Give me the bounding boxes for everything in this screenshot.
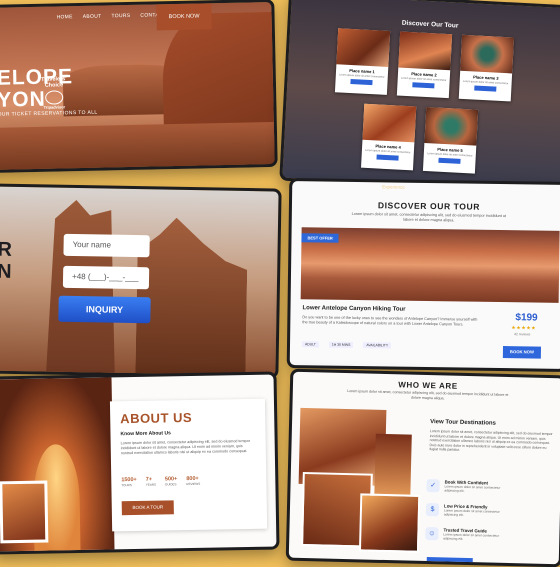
availability-chip: AVAILABILITY	[363, 342, 392, 349]
canyon-butte-image	[45, 200, 118, 379]
nav-tours[interactable]: TOURS	[111, 13, 130, 19]
tour-card[interactable]: Place name 3 Lorem ipsum dolor sit amet …	[458, 34, 515, 102]
antelope-canyon-photo	[300, 227, 560, 303]
experience-label: Experience	[382, 184, 405, 190]
tour-card-image	[362, 103, 417, 143]
tour-card-image	[336, 28, 391, 67]
inquiry-button[interactable]: INQUIRY	[58, 295, 151, 324]
cta-button[interactable]	[426, 557, 473, 567]
stat-label: REVIEWS	[186, 481, 201, 487]
tour-section-intro: Lorem ipsum dolor sit amet, consectetur …	[351, 211, 507, 223]
tour-card-button[interactable]	[350, 79, 373, 86]
stat-item: 1500+ TOURS	[121, 477, 137, 487]
guide-user-icon: ☺	[425, 527, 439, 541]
canyon-floor-image	[0, 121, 278, 174]
feature-item: ☺ Trusted Travel Guide Lorem ipsum dolor …	[425, 527, 503, 542]
feature-item: $ Low Price & Friendly Lorem ipsum dolor …	[425, 503, 504, 518]
duration-chip: 1H 30 MINS	[328, 341, 354, 348]
shield-check-icon: ✓	[426, 479, 440, 493]
about-subtitle: Know More About Us	[120, 430, 171, 438]
stat-label: GUIDES	[164, 482, 177, 487]
price-tag-icon: $	[425, 503, 440, 517]
hero-title-letter: R	[0, 238, 13, 261]
travelers-choice-badge: Travelers' Choice	[41, 76, 67, 89]
review-count: 42 reviews	[514, 332, 531, 337]
tour-card-button[interactable]	[474, 85, 497, 92]
tour-description: Do you want to be one of the lucky ones …	[302, 315, 478, 327]
tour-card-button[interactable]	[438, 157, 461, 164]
tour-card-button[interactable]	[412, 82, 435, 89]
discover-tour-grid-card: Discover Our Tour Place name 1 Lorem ips…	[279, 0, 560, 196]
tour-detail-card: Experience DISCOVER OUR TOUR Lorem ipsum…	[286, 178, 560, 372]
feature-desc: Lorem ipsum dolor sit amet consectetur a…	[443, 532, 500, 541]
about-text-panel: ABOUT US Know More About Us Lorem ipsum …	[109, 398, 268, 532]
about-title: ABOUT US	[120, 409, 193, 427]
tour-name: Lower Antelope Canyon Hiking Tour	[302, 305, 406, 313]
tour-card-image	[460, 34, 515, 74]
destinations-body: Lorem ipsum dolor sit amet, consectetur …	[429, 429, 553, 453]
stat-item: 800+ REVIEWS	[186, 476, 200, 486]
feature-desc: Lorem ipsum dolor sit amet consectetur a…	[443, 508, 500, 517]
tour-info-chips: ADULT 1H 30 MINS AVAILABILITY	[301, 341, 392, 349]
tour-card-image	[424, 107, 479, 146]
nav-home[interactable]: HOME	[56, 14, 72, 20]
tour-card[interactable]: Place name 5 Lorem ipsum dolor sit amet …	[422, 107, 479, 174]
hero-subtitle: OUR TICKET RESERVATIONS TO ALL	[0, 109, 98, 118]
canyon-butte-image	[135, 217, 248, 378]
tour-card[interactable]: Place name 1 Lorem ipsum dolor sit amet …	[334, 28, 391, 95]
book-now-button[interactable]: BOOK NOW	[156, 3, 212, 31]
stat-item: 500+ GUIDES	[165, 476, 178, 486]
stat-label: YEARS	[145, 482, 157, 487]
feature-item: ✓ Book With Confident Lorem ipsum dolor s…	[426, 479, 504, 494]
book-a-tour-button[interactable]: BOOK A TOUR	[121, 500, 174, 516]
tour-card[interactable]: Place name 2 Lorem ipsum dolor sit amet …	[396, 31, 453, 99]
name-input[interactable]: Your name	[63, 233, 150, 258]
phone-input[interactable]: +48 (___)-___-___	[62, 265, 150, 290]
about-body: Lorem ipsum dolor sit amet, consectetur …	[120, 438, 251, 456]
tour-section-title: DISCOVER OUR TOUR	[377, 200, 481, 212]
stat-label: TOURS	[121, 483, 132, 488]
tour-card-image	[398, 31, 453, 71]
about-stats: 1500+ TOURS 7+ YEARS 500+ GUIDES 800+ REVIEW…	[121, 476, 200, 487]
destinations-title: View Tour Destinations	[430, 419, 496, 427]
feature-desc: Lorem ipsum dolor sit amet consectetur a…	[444, 484, 501, 493]
hero-title-letter: N	[0, 260, 12, 283]
best-offer-ribbon: BEST OFFER	[301, 233, 339, 243]
tour-card-button[interactable]	[376, 154, 399, 161]
tour-price: $199	[515, 312, 538, 324]
rating-stars-icon: ★★★★★	[511, 325, 537, 332]
canyon-photo	[358, 493, 421, 553]
inquiry-form-card: R N Your name +48 (___)-___-___ INQUIRY	[0, 183, 282, 379]
stat-item: 7+ YEARS	[146, 477, 156, 487]
canyon-photo	[374, 433, 412, 497]
adult-chip: ADULT	[301, 341, 319, 348]
nav-about[interactable]: ABOUT	[83, 14, 102, 20]
tour-card[interactable]: Place name 4 Lorem ipsum dolor sit amet …	[361, 103, 417, 171]
hero-section-card: HOME ABOUT TOURS CONTACT US BOOK NOW ELO…	[0, 0, 278, 174]
about-us-card: ABOUT US Know More About Us Lorem ipsum …	[0, 371, 280, 555]
canyon-inset-photo	[0, 480, 49, 544]
book-now-button[interactable]: BOOK NOW	[502, 346, 542, 359]
who-we-are-card: WHO WE ARE Lorem ipsum dolor sit amet, c…	[285, 368, 560, 567]
